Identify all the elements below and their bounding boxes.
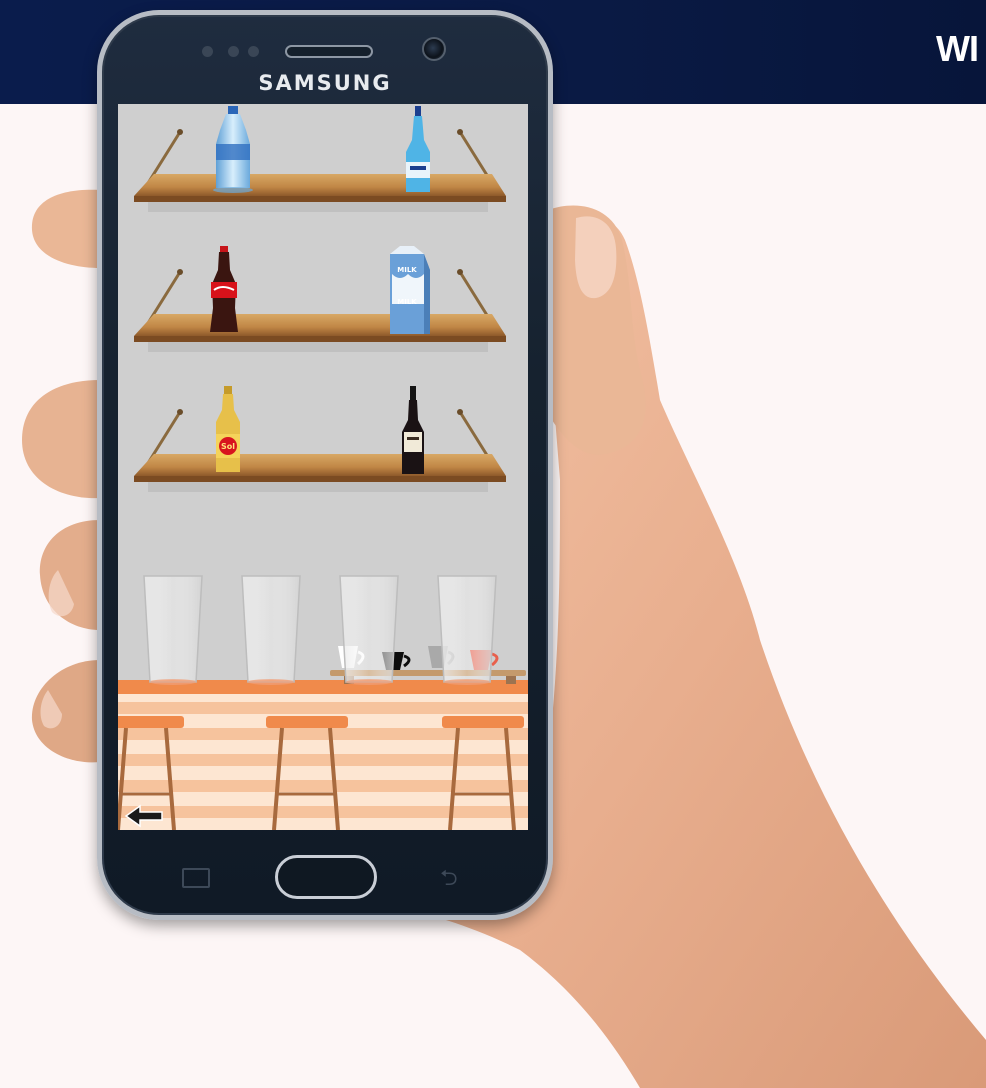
milk-label-top: MILK bbox=[397, 266, 417, 274]
recent-apps-key-icon[interactable] bbox=[182, 868, 210, 888]
glass-1[interactable] bbox=[143, 575, 203, 685]
milk-carton[interactable]: MILK MILK bbox=[390, 246, 430, 334]
game-scene: MILK MILK Sol bbox=[118, 104, 528, 830]
milk-label-bottom: MILK bbox=[397, 298, 417, 306]
earpiece-speaker bbox=[285, 45, 373, 58]
front-camera-icon bbox=[422, 37, 446, 61]
glass-2[interactable] bbox=[241, 575, 301, 685]
bar-panel bbox=[118, 694, 528, 830]
glass-3[interactable] bbox=[339, 575, 399, 685]
glass-4[interactable] bbox=[437, 575, 497, 685]
beer-label: Sol bbox=[221, 442, 235, 451]
back-key-icon[interactable]: ⮌ bbox=[440, 867, 472, 889]
sensor-dots bbox=[202, 46, 266, 58]
game-screen: MILK MILK Sol bbox=[118, 104, 528, 830]
home-button[interactable] bbox=[275, 855, 377, 899]
back-arrow-icon[interactable] bbox=[120, 800, 168, 828]
phone-brand-logo: SAMSUNG bbox=[258, 71, 392, 95]
